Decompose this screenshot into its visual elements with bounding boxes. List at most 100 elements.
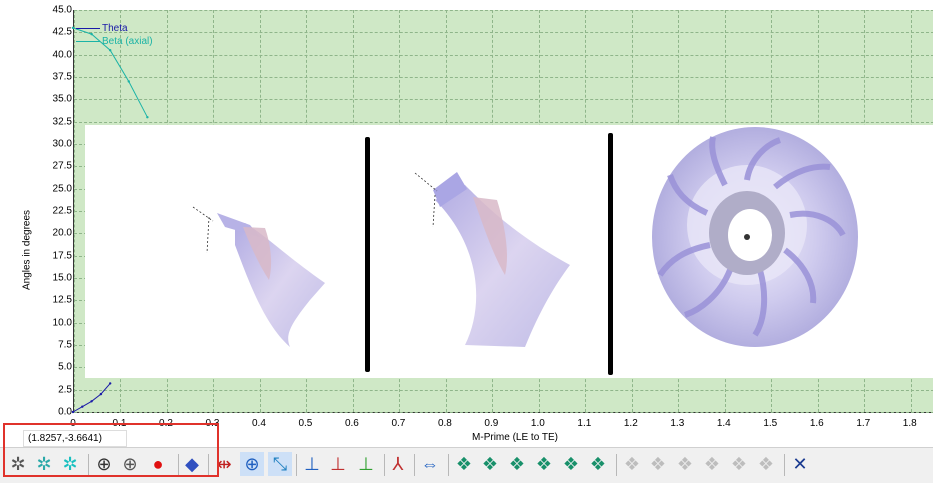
- series-point: [108, 382, 112, 385]
- disabled-view-2-icon[interactable]: ❖: [646, 452, 670, 476]
- impeller-wheel-view: [652, 127, 858, 347]
- y-tick-label: 2.5: [58, 384, 72, 396]
- series-point: [71, 410, 75, 414]
- series-line-theta: [72, 383, 111, 413]
- legend-swatch-beta: [76, 41, 100, 42]
- y-tick-label: 5.0: [58, 361, 72, 373]
- pan-arrows-icon: ⇔: [421, 454, 439, 474]
- blade-view-medium: [414, 172, 570, 347]
- view-zy-icon: ⊥: [304, 454, 320, 474]
- y-tick-label: 7.5: [58, 339, 72, 351]
- disabled-view-6-icon: ❖: [757, 454, 775, 474]
- x-axis-label: M-Prime (LE to TE): [472, 432, 558, 443]
- view-xz-icon[interactable]: ⊥: [326, 452, 350, 476]
- disabled-view-1-icon[interactable]: ❖: [620, 452, 644, 476]
- x-tick-label: 1.8: [902, 418, 917, 429]
- toolbar-separator: [616, 454, 617, 476]
- blade-view-3-icon: ❖: [508, 454, 526, 474]
- legend-label-theta: Theta: [102, 23, 128, 34]
- y-tick-label: 45.0: [52, 4, 72, 16]
- disabled-view-3-icon[interactable]: ❖: [673, 452, 697, 476]
- x-tick-label: 0.5: [298, 418, 313, 429]
- toolbar-separator: [296, 454, 297, 476]
- legend-label-beta: Beta (axial): [102, 36, 153, 47]
- close-view-icon: ✕: [792, 454, 808, 474]
- blade-view-6-icon[interactable]: ❖: [586, 452, 610, 476]
- axes-xyz-icon[interactable]: ⤡: [268, 452, 292, 476]
- y-tick-label: 32.5: [52, 116, 72, 128]
- y-tick-label: 0.0: [58, 406, 72, 418]
- disabled-view-5-icon: ❖: [730, 454, 748, 474]
- crosshair-icon[interactable]: ⊕: [240, 452, 264, 476]
- y-tick-label: 10.0: [52, 317, 72, 329]
- crosshair-icon: ⊕: [244, 454, 260, 474]
- view-yx-icon[interactable]: ⊥: [354, 452, 378, 476]
- toolbar-separator: [448, 454, 449, 476]
- series-point: [81, 405, 84, 408]
- x-tick-label: 0.9: [484, 418, 499, 429]
- blade-view-3-icon[interactable]: ❖: [505, 452, 529, 476]
- blade-view-1-icon[interactable]: ❖: [452, 452, 476, 476]
- divider-1: [365, 137, 370, 372]
- x-tick-label: 0.7: [391, 418, 406, 429]
- blade-view-5-icon[interactable]: ❖: [559, 452, 583, 476]
- disabled-view-5-icon[interactable]: ❖: [727, 452, 751, 476]
- legend-swatch-theta: [76, 28, 100, 29]
- pan-arrows-icon[interactable]: ⇔: [418, 452, 442, 476]
- isometric-axes-icon[interactable]: ⅄: [386, 452, 410, 476]
- x-tick-label: 1.3: [670, 418, 685, 429]
- y-tick-label: 27.5: [52, 160, 72, 172]
- disabled-view-6-icon[interactable]: ❖: [754, 452, 778, 476]
- x-tick-label: 1.5: [763, 418, 778, 429]
- disabled-view-3-icon: ❖: [676, 454, 694, 474]
- toolbar-separator: [384, 454, 385, 476]
- grid-line-h: [74, 412, 933, 413]
- blade-view-2-icon[interactable]: ❖: [478, 452, 502, 476]
- disabled-view-2-icon: ❖: [649, 454, 667, 474]
- divider-2: [608, 133, 613, 375]
- blade-view-4-icon: ❖: [535, 454, 553, 474]
- y-tick-label: 25.0: [52, 183, 72, 195]
- x-tick-label: 1.7: [856, 418, 871, 429]
- blade-view-5-icon: ❖: [562, 454, 580, 474]
- x-tick-label: 1.0: [530, 418, 545, 429]
- series-point: [108, 49, 112, 52]
- y-tick-label: 37.5: [52, 71, 72, 83]
- disabled-view-1-icon: ❖: [623, 454, 641, 474]
- view-zy-icon[interactable]: ⊥: [300, 452, 324, 476]
- disabled-view-4-icon[interactable]: ❖: [700, 452, 724, 476]
- x-tick-label: 1.6: [809, 418, 824, 429]
- axes-xyz-icon: ⤡: [272, 454, 288, 474]
- close-view-icon[interactable]: ✕: [788, 452, 812, 476]
- x-tick-label: 1.2: [623, 418, 638, 429]
- toolbar-separator: [414, 454, 415, 476]
- blade-view-4-icon[interactable]: ❖: [532, 452, 556, 476]
- y-tick-label: 30.0: [52, 138, 72, 150]
- disabled-view-4-icon: ❖: [703, 454, 721, 474]
- x-tick-label: 1.1: [577, 418, 592, 429]
- series-point: [99, 392, 103, 396]
- chart-legend: Theta Beta (axial): [76, 22, 153, 48]
- legend-entry-beta: Beta (axial): [76, 35, 153, 48]
- y-tick-label: 22.5: [52, 205, 72, 217]
- y-tick-label: 17.5: [52, 250, 72, 262]
- impeller-render-panel[interactable]: [85, 125, 933, 378]
- x-tick-label: 0.8: [437, 418, 452, 429]
- view-xz-icon: ⊥: [330, 454, 346, 474]
- y-tick-label: 42.5: [52, 26, 72, 38]
- blade-view-6-icon: ❖: [589, 454, 607, 474]
- y-tick-label: 35.0: [52, 93, 72, 105]
- y-tick-label: 20.0: [52, 227, 72, 239]
- blade-view-small: [192, 206, 325, 347]
- view-yx-icon: ⊥: [358, 454, 374, 474]
- series-point: [71, 26, 75, 30]
- isometric-axes-icon: ⅄: [392, 454, 404, 474]
- series-point: [146, 116, 149, 119]
- y-tick-label: 12.5: [52, 294, 72, 306]
- series-point: [127, 80, 130, 83]
- y-tick-label: 15.0: [52, 272, 72, 284]
- y-axis-label: Angles in degrees: [21, 209, 33, 291]
- chart-frame: 0.0 2.5 5.0 7.5 10.0 12.5 15.0 17.5 20.0 22.5 25.0…: [0, 0, 933, 447]
- impeller-views: [192, 127, 858, 375]
- x-tick-label: 1.4: [716, 418, 731, 429]
